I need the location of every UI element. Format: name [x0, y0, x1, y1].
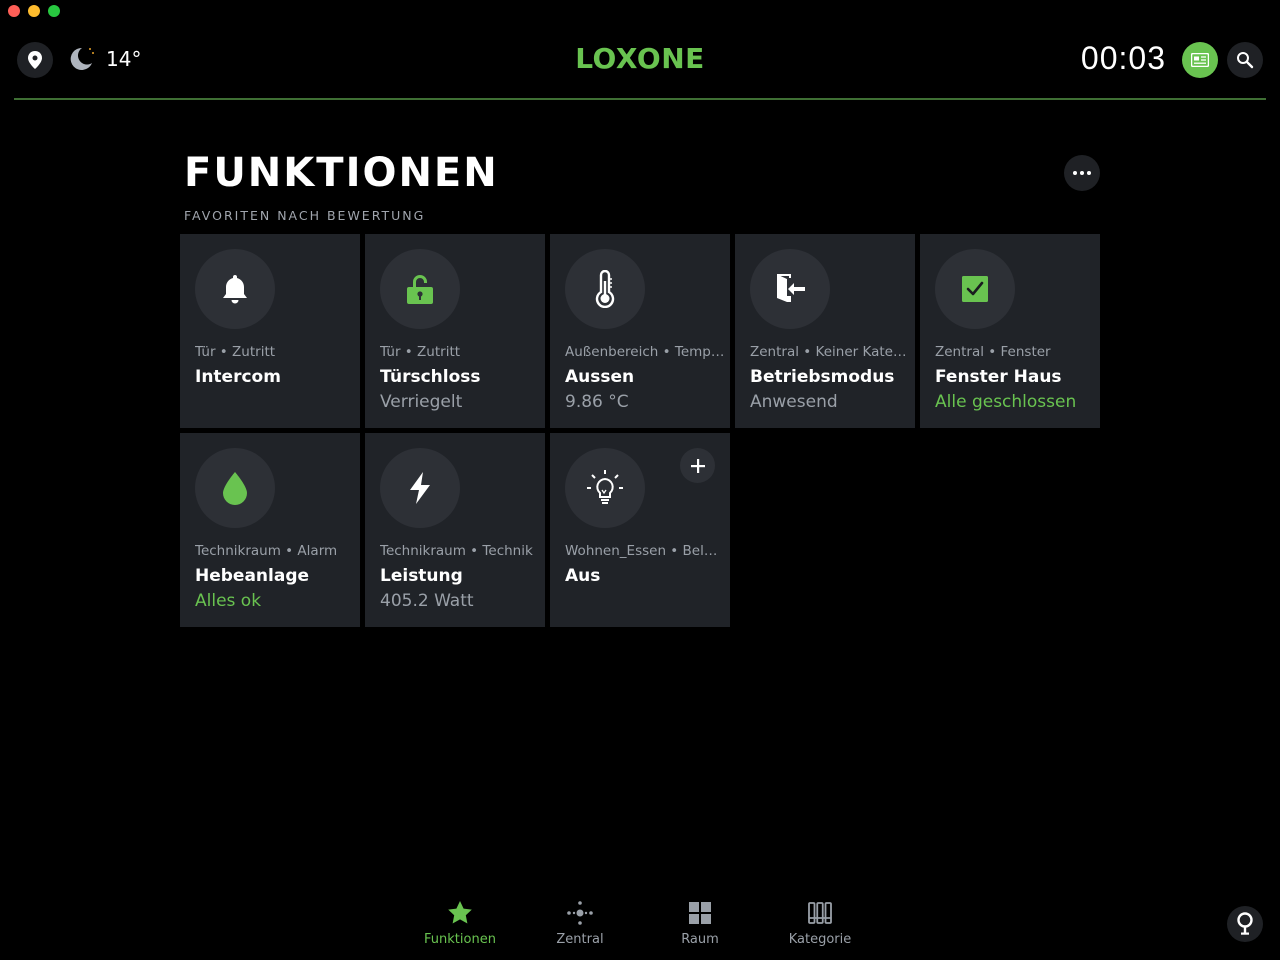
moon-icon	[70, 47, 94, 70]
zoom-window-button[interactable]	[48, 5, 60, 17]
tile-name: Aussen	[565, 367, 635, 387]
plus-icon	[690, 458, 705, 473]
nav-tab-raum[interactable]: Raum	[640, 900, 760, 947]
news-button[interactable]	[1182, 42, 1218, 78]
lightbulb-outline-icon	[1237, 912, 1253, 935]
nav-label: Funktionen	[424, 932, 496, 947]
bell-icon	[223, 275, 247, 304]
tile-name: Leistung	[380, 566, 463, 586]
quick-light-button[interactable]	[1227, 906, 1263, 942]
tile-category: Zentral • Keiner Kateg…	[750, 344, 910, 360]
tile-name: Fenster Haus	[935, 367, 1062, 387]
bottom-navigation: Funktionen Zentral Raum Kategorie	[0, 892, 1280, 960]
function-tile-beleuchtung[interactable]: Wohnen_Essen • Bele… Aus	[550, 433, 730, 627]
star-icon	[448, 901, 472, 924]
function-tile-aussen[interactable]: Außenbereich • Tempe… Aussen 9.86 °C	[550, 234, 730, 428]
header-divider	[14, 98, 1266, 100]
tile-name: Intercom	[195, 367, 281, 387]
newspaper-icon	[1191, 53, 1209, 67]
function-tile-intercom[interactable]: Tür • Zutritt Intercom	[180, 234, 360, 428]
tile-category: Tür • Zutritt	[195, 344, 276, 360]
search-button[interactable]	[1227, 42, 1263, 78]
tile-icon-circle	[195, 448, 275, 528]
tile-category: Außenbereich • Tempe…	[565, 344, 725, 360]
tile-category: Technikraum • Alarm	[195, 543, 338, 559]
clock: 00:03	[1080, 40, 1166, 76]
loxone-logo: LOXONE	[575, 42, 705, 75]
outside-temperature: 14°	[106, 47, 142, 71]
nav-tab-funktionen[interactable]: Funktionen	[400, 900, 520, 947]
function-tile-leistung[interactable]: Technikraum • Technik Leistung 405.2 Wat…	[365, 433, 545, 627]
central-icon	[567, 901, 593, 925]
tile-state: 9.86 °C	[565, 392, 629, 412]
location-pin-icon	[28, 51, 42, 69]
tile-icon-circle	[935, 249, 1015, 329]
tile-category: Zentral • Fenster	[935, 344, 1051, 360]
tile-icon-circle	[565, 249, 645, 329]
tile-icon-circle	[380, 249, 460, 329]
function-tile-betriebsmodus[interactable]: Zentral • Keiner Kateg… Betriebsmodus An…	[735, 234, 915, 428]
tile-name: Hebeanlage	[195, 566, 310, 586]
function-tile-tuerschloss[interactable]: Tür • Zutritt Türschloss Verriegelt	[365, 234, 545, 428]
ellipsis-icon	[1073, 171, 1091, 175]
more-options-button[interactable]	[1064, 155, 1100, 191]
category-icon	[808, 902, 832, 924]
tile-icon-circle	[750, 249, 830, 329]
page-subtitle: FAVORITEN NACH BEWERTUNG	[184, 208, 426, 223]
nav-tab-zentral[interactable]: Zentral	[520, 900, 640, 947]
function-tile-hebeanlage[interactable]: Technikraum • Alarm Hebeanlage Alles ok	[180, 433, 360, 627]
nav-label: Zentral	[556, 932, 604, 947]
nav-label: Raum	[681, 932, 719, 947]
door-enter-icon	[777, 274, 805, 302]
page-title: FUNKTIONEN	[184, 150, 499, 196]
tile-name: Türschloss	[380, 367, 481, 387]
nav-tab-kategorie[interactable]: Kategorie	[760, 900, 880, 947]
thermometer-icon	[595, 270, 615, 308]
tile-category: Tür • Zutritt	[380, 344, 461, 360]
tile-icon-circle	[380, 448, 460, 528]
checkbox-icon	[962, 276, 988, 302]
function-tile-fenster-haus[interactable]: Zentral • Fenster Fenster Haus Alle gesc…	[920, 234, 1100, 428]
tile-state: Alle geschlossen	[935, 392, 1077, 412]
minimize-window-button[interactable]	[28, 5, 40, 17]
tile-state: Anwesend	[750, 392, 838, 412]
tile-state: 405.2 Watt	[380, 591, 474, 611]
tile-category: Technikraum • Technik	[380, 543, 533, 559]
tile-state: Alles ok	[195, 591, 262, 611]
tile-icon-circle	[195, 249, 275, 329]
tile-state: Verriegelt	[380, 392, 463, 412]
water-drop-icon	[223, 472, 247, 505]
room-grid-icon	[689, 902, 711, 924]
search-icon	[1237, 52, 1254, 69]
unlocked-padlock-icon	[407, 275, 433, 304]
tile-name: Aus	[565, 566, 601, 586]
location-button[interactable]	[17, 42, 53, 78]
weather-widget[interactable]: 14°	[68, 44, 141, 74]
tile-name: Betriebsmodus	[750, 367, 895, 387]
tile-category: Wohnen_Essen • Bele…	[565, 543, 725, 559]
app-header: 14° LOXONE 00:03	[0, 22, 1280, 98]
tile-icon-circle	[565, 448, 645, 528]
close-window-button[interactable]	[8, 5, 20, 17]
nav-label: Kategorie	[788, 932, 852, 947]
lightning-icon	[410, 472, 430, 504]
add-favorite-button[interactable]	[680, 448, 715, 483]
window-titlebar	[0, 0, 1280, 22]
lightbulb-icon	[587, 470, 623, 504]
